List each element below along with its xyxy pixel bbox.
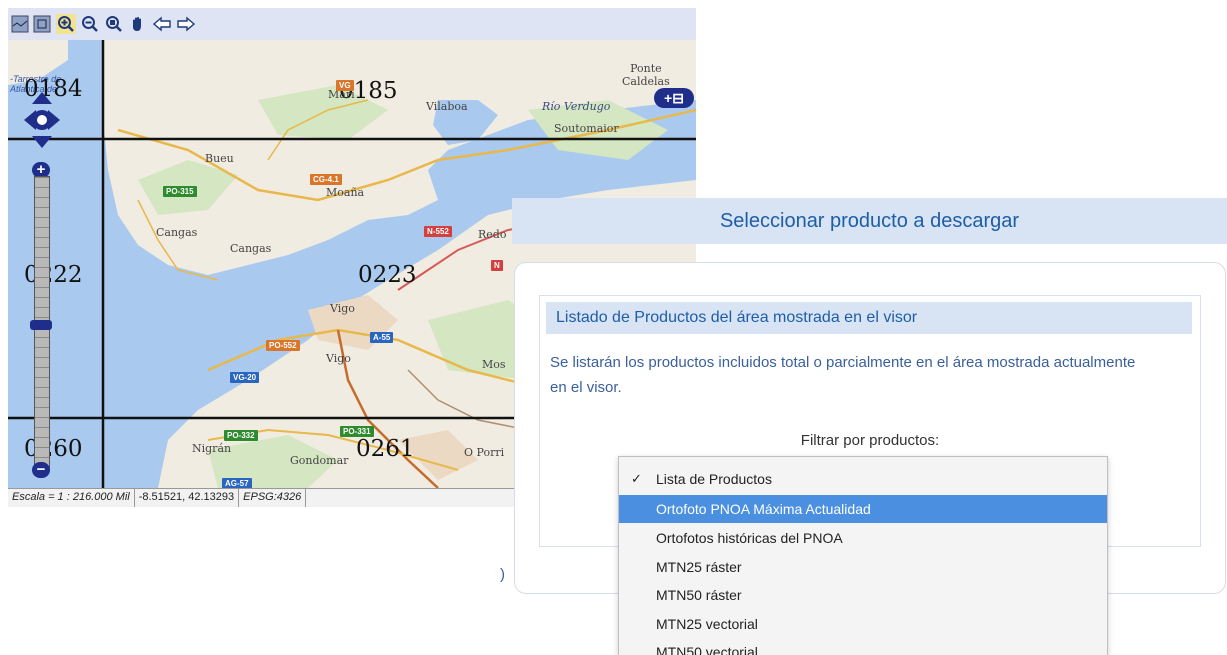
checkmark-icon: ✓	[631, 471, 642, 486]
product-list-description: Se listarán los productos incluidos tota…	[550, 354, 1136, 396]
place-bueu: Bueu	[205, 152, 234, 165]
map-toolbar	[8, 8, 696, 40]
side-arrow-icon: )	[500, 566, 505, 583]
place-redondela: Redo	[478, 228, 507, 241]
pan-up-arrow-icon	[32, 92, 52, 104]
place-ponte-caldelas: Ponte Caldelas	[622, 62, 670, 88]
place-cangas-small: Cangas	[156, 226, 198, 239]
epsg-readout: EPSG:4326	[239, 489, 307, 507]
place-moana: Moaña	[326, 186, 365, 199]
grid-label-0223: 0223	[358, 262, 417, 288]
product-filter-dropdown[interactable]: ✓ Lista de Productos Ortofoto PNOA Máxim…	[618, 456, 1108, 655]
place-vilaboa: Vilaboa	[426, 100, 468, 113]
dropdown-option-lista-de-productos[interactable]: ✓ Lista de Productos	[619, 465, 1107, 493]
panel-title: Seleccionar producto a descargar	[719, 210, 1020, 232]
road-label-po331: PO-331	[340, 426, 374, 437]
zoom-slider-handle[interactable]	[30, 320, 52, 330]
pan-control[interactable]	[22, 90, 62, 150]
place-vigo-top: Vigo	[330, 302, 355, 315]
zoom-slider-minus-button[interactable]: −	[32, 462, 50, 478]
dropdown-option-mtn50-raster[interactable]: MTN50 ráster	[619, 581, 1107, 609]
road-label-cg41: CG-4.1	[310, 174, 342, 185]
option-label: MTN25 vectorial	[656, 616, 758, 632]
road-label-ag57: AG-57	[222, 478, 252, 488]
road-label-a55: A-55	[370, 332, 394, 343]
scale-readout: Escala = 1 : 216.000 Mil	[8, 489, 135, 507]
place-mos: Mos	[482, 358, 506, 371]
option-label: Ortofoto PNOA Máxima Actualidad	[656, 501, 871, 517]
option-label: Lista de Productos	[656, 471, 772, 487]
panel-header: Seleccionar producto a descargar	[512, 198, 1227, 244]
full-extent-icon[interactable]	[32, 14, 52, 34]
overview-map-icon[interactable]	[10, 14, 30, 34]
dropdown-option-mtn50-vectorial[interactable]: MTN50 vectorial	[619, 638, 1107, 655]
road-label-n550: N	[491, 260, 503, 271]
pan-hand-icon[interactable]	[128, 14, 148, 34]
zoom-slider[interactable]: + −	[30, 162, 52, 480]
road-label-po332: PO-332	[224, 430, 258, 441]
place-nigran: Nigrán	[192, 442, 232, 455]
road-label-n552: N-552	[424, 226, 452, 237]
grid-label-0261: 0261	[356, 436, 415, 462]
place-vigo: Vigo	[326, 352, 351, 365]
dropdown-option-ortofoto-pnoa-maxima-actualidad[interactable]: Ortofoto PNOA Máxima Actualidad	[619, 495, 1107, 523]
dropdown-option-mtn25-vectorial[interactable]: MTN25 vectorial	[619, 610, 1107, 638]
place-gondomar: Gondomar	[290, 454, 349, 467]
place-soutomaior: Soutomaior	[554, 122, 619, 135]
road-label-vg20: VG-20	[230, 372, 260, 383]
option-label: MTN25 ráster	[656, 559, 742, 575]
zoom-in-icon[interactable]	[56, 14, 76, 34]
road-label-po552: PO-552	[266, 340, 300, 351]
zoom-box-icon[interactable]	[104, 14, 124, 34]
option-label: MTN50 ráster	[656, 587, 742, 603]
product-list-title: Listado de Productos del área mostrada e…	[546, 302, 1192, 334]
zoom-out-icon[interactable]	[80, 14, 100, 34]
place-cangas: Cangas	[230, 242, 272, 255]
coordinate-readout: -8.51521, 42.13293	[135, 489, 240, 507]
dropdown-option-mtn25-raster[interactable]: MTN25 ráster	[619, 553, 1107, 581]
layer-switcher-button[interactable]: +⊟	[654, 88, 694, 108]
pan-down-arrow-icon	[32, 136, 52, 148]
place-o-porrino: O Porri	[464, 446, 505, 459]
road-label-vg: VG	[336, 80, 354, 91]
option-label: Ortofotos históricas del PNOA	[656, 530, 843, 546]
place-rio-verdugo: Río Verdugo	[542, 100, 611, 113]
road-label-po315: PO-315	[163, 186, 197, 197]
forward-arrow-icon[interactable]	[176, 14, 196, 34]
dropdown-option-ortofotos-historicas[interactable]: Ortofotos históricas del PNOA	[619, 524, 1107, 552]
option-label: MTN50 vectorial	[656, 644, 758, 655]
filter-label: Filtrar por productos:	[800, 432, 940, 449]
back-arrow-icon[interactable]	[152, 14, 172, 34]
